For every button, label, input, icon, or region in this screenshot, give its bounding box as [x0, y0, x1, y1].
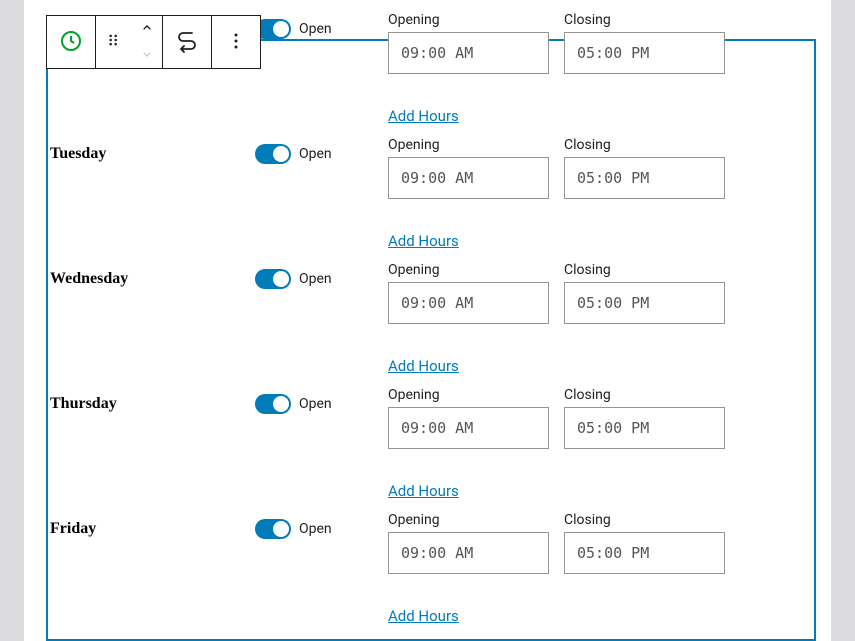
closing-input[interactable] [564, 532, 725, 574]
clock-icon [59, 29, 83, 56]
open-toggle[interactable] [255, 144, 291, 164]
day-row: Tuesday Open Opening Closing Add Hours [50, 137, 812, 262]
opening-label: Opening [388, 387, 549, 403]
drag-icon [104, 30, 124, 54]
toggle-label: Open [299, 19, 332, 39]
add-hours-link[interactable]: Add Hours [388, 107, 459, 125]
opening-input[interactable] [388, 157, 549, 199]
closing-label: Closing [564, 387, 725, 403]
closing-label: Closing [564, 137, 725, 153]
add-hours-link[interactable]: Add Hours [388, 357, 459, 375]
editor-canvas: Monday Open Opening Closing Add Hours [24, 0, 831, 641]
business-hours-block[interactable]: Monday Open Opening Closing Add Hours [46, 39, 816, 641]
open-toggle[interactable] [255, 519, 291, 539]
add-hours-link[interactable]: Add Hours [388, 232, 459, 250]
opening-label: Opening [388, 262, 549, 278]
opening-label: Opening [388, 12, 549, 28]
transform-icon [175, 29, 199, 56]
more-vertical-icon [224, 29, 248, 56]
add-hours-link[interactable]: Add Hours [388, 607, 459, 625]
closing-label: Closing [564, 262, 725, 278]
day-name: Tuesday [50, 137, 255, 262]
toggle-label: Open [299, 394, 332, 414]
toggle-label: Open [299, 269, 332, 289]
more-options-button[interactable] [212, 16, 260, 68]
transform-button[interactable] [163, 16, 211, 68]
opening-input[interactable] [388, 282, 549, 324]
closing-input[interactable] [564, 282, 725, 324]
toggle-label: Open [299, 144, 332, 164]
block-type-button[interactable] [47, 16, 95, 68]
closing-input[interactable] [564, 407, 725, 449]
day-row: Thursday Open Opening Closing Add Hours [50, 387, 812, 512]
drag-handle[interactable] [96, 16, 132, 68]
day-name: Friday [50, 512, 255, 637]
move-up-button[interactable] [132, 16, 162, 42]
open-toggle[interactable] [255, 269, 291, 289]
closing-label: Closing [564, 12, 725, 28]
opening-input[interactable] [388, 407, 549, 449]
chevron-down-icon [139, 46, 155, 65]
opening-input[interactable] [388, 32, 549, 74]
day-row: Friday Open Opening Closing Add Hours [50, 512, 812, 637]
opening-label: Opening [388, 512, 549, 528]
closing-input[interactable] [564, 157, 725, 199]
block-toolbar [46, 15, 261, 69]
chevron-up-icon [139, 20, 155, 39]
opening-input[interactable] [388, 532, 549, 574]
day-row: Wednesday Open Opening Closing Add Hours [50, 262, 812, 387]
closing-label: Closing [564, 512, 725, 528]
opening-label: Opening [388, 137, 549, 153]
toggle-label: Open [299, 519, 332, 539]
open-toggle[interactable] [255, 394, 291, 414]
closing-input[interactable] [564, 32, 725, 74]
add-hours-link[interactable]: Add Hours [388, 482, 459, 500]
day-name: Wednesday [50, 262, 255, 387]
day-name: Thursday [50, 387, 255, 512]
move-down-button[interactable] [132, 42, 162, 68]
